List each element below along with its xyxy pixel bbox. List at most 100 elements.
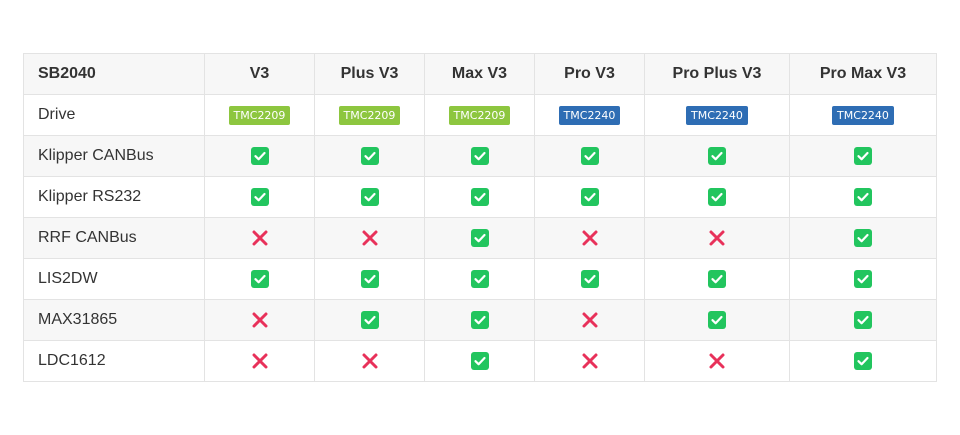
column-header: Plus V3 bbox=[314, 53, 425, 95]
table-cell bbox=[789, 299, 937, 341]
table-cell bbox=[314, 340, 425, 382]
table-cell bbox=[789, 135, 937, 177]
table-cell bbox=[204, 135, 315, 177]
column-header: V3 bbox=[204, 53, 315, 95]
table-cell bbox=[204, 176, 315, 218]
check-square-icon bbox=[470, 351, 489, 370]
check-square-icon bbox=[250, 187, 269, 206]
table-cell: TMC2240 bbox=[789, 94, 937, 136]
driver-badge: TMC2240 bbox=[832, 105, 894, 125]
table-cell bbox=[424, 176, 535, 218]
column-header: Pro V3 bbox=[534, 53, 645, 95]
cross-icon bbox=[361, 352, 379, 370]
table-cell bbox=[534, 176, 645, 218]
table-cell bbox=[314, 135, 425, 177]
check-square-icon bbox=[580, 146, 599, 165]
check-square-icon bbox=[470, 187, 489, 206]
table-cell bbox=[789, 176, 937, 218]
check-square-icon bbox=[708, 187, 726, 206]
table-cell bbox=[424, 135, 535, 177]
row-label: MAX31865 bbox=[23, 299, 205, 341]
check-square-icon bbox=[708, 269, 726, 288]
row-label: LIS2DW bbox=[23, 258, 205, 300]
check-square-icon bbox=[360, 269, 379, 288]
comparison-table-container: SB2040 V3 Plus V3 Max V3 Pro V3 Pro Plus… bbox=[23, 53, 937, 382]
cross-icon bbox=[251, 229, 269, 247]
table-cell bbox=[204, 258, 315, 300]
check-square-icon bbox=[580, 187, 599, 206]
column-header: Pro Plus V3 bbox=[644, 53, 790, 95]
check-square-icon bbox=[360, 146, 379, 165]
check-square-icon bbox=[708, 310, 726, 329]
check-square-icon bbox=[854, 146, 872, 165]
check-square-icon bbox=[470, 146, 489, 165]
table-cell bbox=[424, 217, 535, 259]
check-square-icon bbox=[250, 146, 269, 165]
table-cell bbox=[204, 340, 315, 382]
corner-header: SB2040 bbox=[23, 53, 205, 95]
check-square-icon bbox=[854, 228, 872, 247]
table-cell bbox=[534, 340, 645, 382]
cross-icon bbox=[251, 311, 269, 329]
cross-icon bbox=[708, 352, 726, 370]
cross-icon bbox=[581, 229, 599, 247]
check-square-icon bbox=[470, 269, 489, 288]
driver-badge: TMC2209 bbox=[228, 105, 291, 125]
table-cell bbox=[789, 258, 937, 300]
table-cell: TMC2209 bbox=[314, 94, 425, 136]
comparison-table: SB2040 V3 Plus V3 Max V3 Pro V3 Pro Plus… bbox=[23, 53, 937, 382]
table-cell bbox=[644, 176, 790, 218]
table-cell bbox=[424, 340, 535, 382]
column-header: Pro Max V3 bbox=[789, 53, 937, 95]
table-cell bbox=[644, 258, 790, 300]
table-cell bbox=[789, 340, 937, 382]
table-cell: TMC2240 bbox=[644, 94, 790, 136]
check-square-icon bbox=[360, 187, 379, 206]
table-cell bbox=[644, 340, 790, 382]
check-square-icon bbox=[360, 310, 379, 329]
cross-icon bbox=[251, 352, 269, 370]
table-cell bbox=[314, 299, 425, 341]
table-cell bbox=[424, 299, 535, 341]
table-cell bbox=[204, 299, 315, 341]
table-row: Klipper CANBus bbox=[23, 135, 937, 177]
check-square-icon bbox=[470, 228, 489, 247]
check-square-icon bbox=[470, 310, 489, 329]
table-row: Klipper RS232 bbox=[23, 176, 937, 218]
table-cell bbox=[314, 176, 425, 218]
header-row: SB2040 V3 Plus V3 Max V3 Pro V3 Pro Plus… bbox=[23, 53, 937, 95]
table-cell bbox=[644, 217, 790, 259]
driver-badge: TMC2209 bbox=[338, 105, 401, 125]
table-cell bbox=[789, 217, 937, 259]
table-cell bbox=[314, 258, 425, 300]
check-square-icon bbox=[250, 269, 269, 288]
table-cell: TMC2209 bbox=[204, 94, 315, 136]
table-row: MAX31865 bbox=[23, 299, 937, 341]
check-square-icon bbox=[854, 351, 872, 370]
driver-badge: TMC2240 bbox=[558, 105, 621, 125]
check-square-icon bbox=[854, 187, 872, 206]
row-label: RRF CANBus bbox=[23, 217, 205, 259]
row-label: Drive bbox=[23, 94, 205, 136]
column-header: Max V3 bbox=[424, 53, 535, 95]
driver-badge: TMC2209 bbox=[448, 105, 511, 125]
table-cell: TMC2209 bbox=[424, 94, 535, 136]
table-row: LDC1612 bbox=[23, 340, 937, 382]
table-row: Drive TMC2209 TMC2209 TMC2209 TMC2240 TMC2240… bbox=[23, 94, 937, 136]
table-cell bbox=[534, 135, 645, 177]
cross-icon bbox=[581, 352, 599, 370]
table-cell bbox=[204, 217, 315, 259]
cross-icon bbox=[581, 311, 599, 329]
row-label: Klipper CANBus bbox=[23, 135, 205, 177]
row-label: LDC1612 bbox=[23, 340, 205, 382]
table-row: LIS2DW bbox=[23, 258, 937, 300]
table-cell bbox=[534, 217, 645, 259]
row-label: Klipper RS232 bbox=[23, 176, 205, 218]
cross-icon bbox=[361, 229, 379, 247]
check-square-icon bbox=[854, 310, 872, 329]
check-square-icon bbox=[580, 269, 599, 288]
table-cell bbox=[534, 299, 645, 341]
table-row: RRF CANBus bbox=[23, 217, 937, 259]
check-square-icon bbox=[854, 269, 872, 288]
driver-badge: TMC2240 bbox=[686, 105, 748, 125]
